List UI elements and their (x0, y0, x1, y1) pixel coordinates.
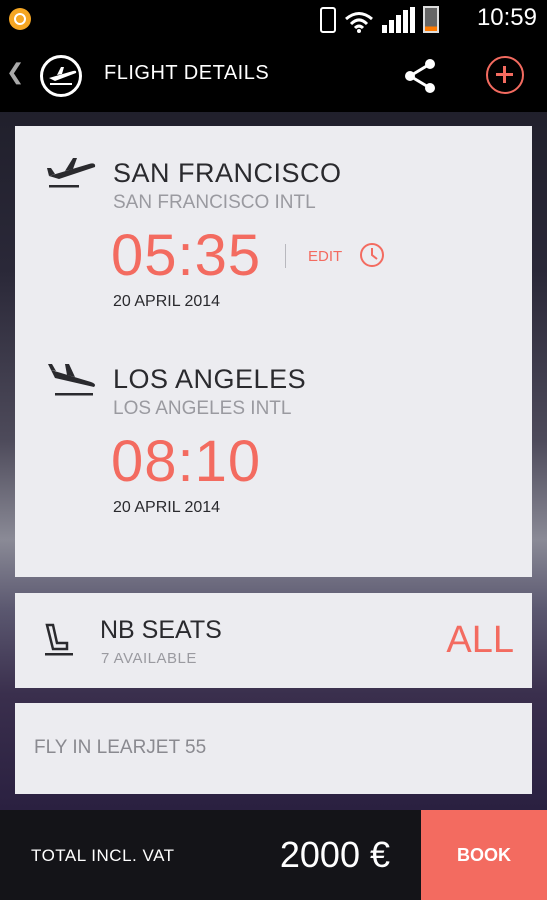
seats-value[interactable]: ALL (446, 619, 514, 662)
aircraft-note: FLY IN LEARJET 55 (34, 737, 207, 758)
plane-logo-icon[interactable] (40, 55, 82, 97)
flight-card: SAN FRANCISCO SAN FRANCISCO INTL 05:35 E… (15, 126, 532, 577)
edit-button[interactable]: EDIT (308, 248, 342, 265)
aircraft-note-card: FLY IN LEARJET 55 (15, 703, 532, 794)
signal-icon (382, 7, 415, 33)
wifi-icon (344, 11, 374, 33)
total-price: 2000 € (279, 834, 390, 875)
total-label: TOTAL INCL. VAT (31, 846, 175, 865)
seats-title: NB SEATS (100, 616, 222, 644)
departure-time: 05:35 (111, 223, 262, 288)
seat-icon (45, 623, 73, 656)
status-time: 10:59 (476, 4, 537, 31)
departure-date: 20 APRIL 2014 (113, 293, 221, 310)
seats-card[interactable]: NB SEATS 7 AVAILABLE ALL (15, 593, 532, 688)
plus-circle-icon[interactable] (486, 56, 524, 94)
arrival-time: 08:10 (111, 429, 262, 494)
clock-icon[interactable] (359, 242, 385, 268)
chevron-left-icon[interactable]: ❮ (6, 60, 24, 85)
arrival-city: LOS ANGELES (113, 364, 307, 394)
app-bar: ❮ FLIGHT DETAILS (0, 38, 547, 112)
takeoff-icon (47, 158, 96, 188)
phone-vibrate-icon (320, 7, 336, 33)
landing-icon (48, 364, 95, 396)
battery-icon (423, 6, 439, 33)
seats-available: 7 AVAILABLE (101, 650, 197, 667)
status-bar: 10:59 (0, 0, 547, 38)
page-title: FLIGHT DETAILS (104, 62, 270, 84)
divider (285, 244, 286, 268)
arrival-airport: LOS ANGELES INTL (113, 398, 292, 419)
app-notification-icon (9, 8, 31, 30)
departure-airport: SAN FRANCISCO INTL (113, 192, 316, 213)
departure-city: SAN FRANCISCO (113, 158, 342, 188)
arrival-date: 20 APRIL 2014 (113, 499, 221, 516)
share-icon[interactable] (400, 56, 440, 96)
status-icons (320, 5, 439, 33)
bottom-bar: TOTAL INCL. VAT 2000 € BOOK (0, 810, 547, 900)
book-button[interactable]: BOOK (421, 810, 547, 900)
